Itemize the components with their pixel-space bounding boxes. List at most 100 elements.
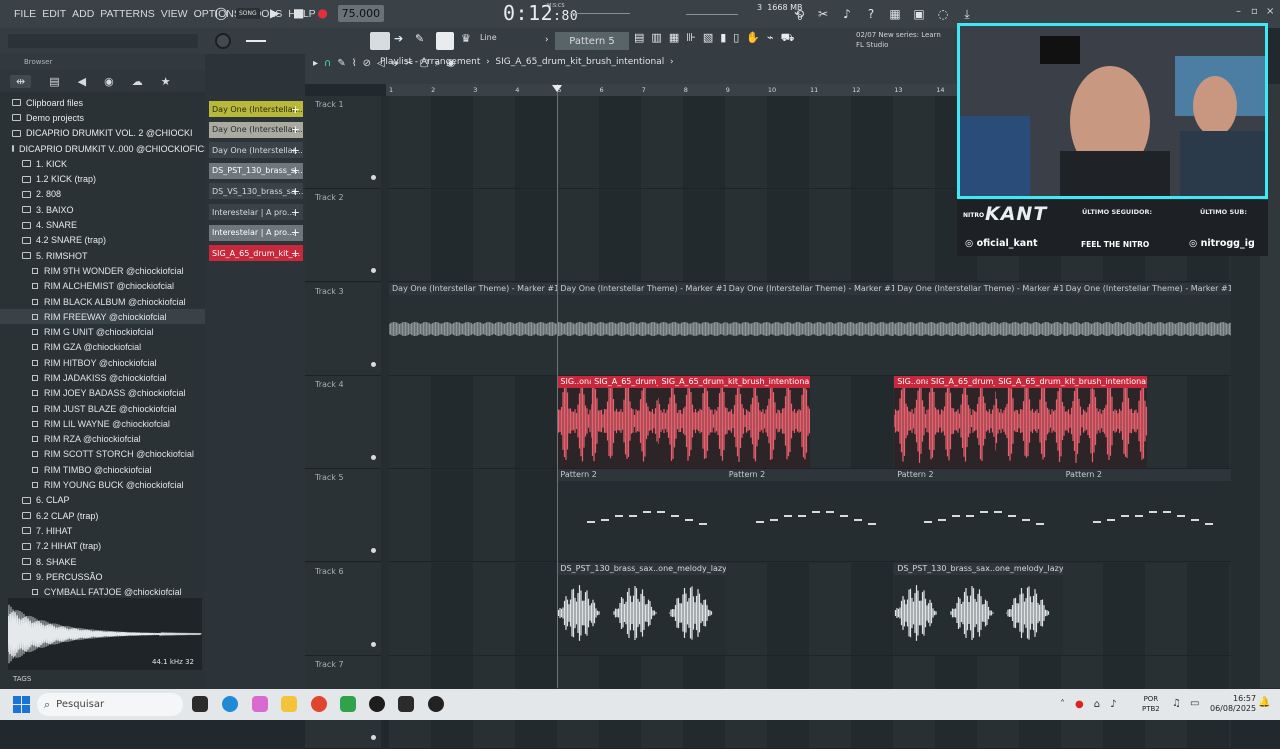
arrow-icon[interactable]: ➔ (394, 32, 410, 50)
channel-rack-icon[interactable]: ▦ (669, 31, 679, 46)
minimize-icon[interactable]: – (1236, 6, 1241, 17)
browser-folder[interactable]: 3. BAIXO (0, 202, 205, 217)
track-enable-icon[interactable] (371, 361, 376, 367)
playlist-clip[interactable]: Day One (Interstellar Theme) - Marker #1… (557, 282, 726, 375)
playlist-window-icon[interactable]: ▤ (634, 31, 644, 46)
playlist-clip[interactable]: Day One (Interstellar Theme) - Marker #1… (389, 282, 558, 375)
mixer-window-icon[interactable]: ▥ (651, 31, 661, 46)
taskbar-clock[interactable]: 16:57 06/08/2025 (1210, 694, 1256, 714)
pat-song-toggle-icon[interactable]: ◯ (212, 4, 230, 22)
track-enable-icon[interactable] (371, 548, 376, 554)
track-enable-icon[interactable] (371, 175, 376, 180)
prev-pattern-icon[interactable]: › (545, 35, 549, 45)
browser-sample[interactable]: RIM ALCHEMIST @chiockiofcial (0, 279, 205, 294)
playlist-clip[interactable]: Day One (Interstellar Theme) - Marker #1… (1062, 282, 1231, 375)
browser-folder[interactable]: 7.2 HIHAT (trap) (0, 539, 205, 554)
chrome-icon[interactable] (311, 696, 327, 712)
browser-folder[interactable]: 6.2 CLAP (trap) (0, 508, 205, 523)
playlist-clip[interactable]: SIG_A_65_drum_kit_brush_intentional (995, 375, 1147, 469)
link-icon[interactable] (436, 32, 454, 50)
tempo-display[interactable]: 75.000 (337, 4, 385, 22)
tab-audio-icon[interactable]: ◀ (78, 75, 86, 88)
menu-item-file[interactable]: FILE (14, 8, 36, 20)
tab-plugins-icon[interactable]: ◉ (104, 75, 114, 88)
clip-plus-icon[interactable]: + (291, 226, 300, 239)
browser-folder[interactable]: 1. KICK (0, 156, 205, 171)
song-position-display[interactable]: 0:12:80 (503, 1, 578, 25)
keyboard-icon[interactable]: ▦ (886, 5, 904, 23)
chevron-up-icon[interactable]: ˄ (1060, 699, 1065, 710)
cart-icon[interactable]: ⛟ (781, 31, 795, 46)
maximize-icon[interactable]: ▫ (1251, 6, 1258, 17)
browser-folder[interactable]: 6. CLAP (0, 493, 205, 508)
playlist-clip[interactable]: Pattern 2 (725, 469, 895, 562)
plugin-icon[interactable]: ▮ (720, 31, 726, 46)
clip-plus-icon[interactable]: + (291, 247, 300, 260)
clip-source-item[interactable]: Day One (Interstellar... + (209, 101, 303, 117)
track-enable-icon[interactable] (371, 734, 376, 740)
browser-folder[interactable]: 5. RIMSHOT (0, 248, 205, 263)
browser-sample[interactable]: RIM RZA @chiockiofcial (0, 432, 205, 447)
playlist-clip[interactable]: Day One (Interstellar Theme) - Marker #1… (894, 282, 1063, 375)
track-header[interactable]: Track 2 (305, 189, 381, 283)
fl-studio-taskbar-icon[interactable] (398, 696, 414, 712)
clip-source-item[interactable]: Day One (Interstellar... + (209, 142, 303, 159)
browser-folder[interactable]: Demo projects (0, 110, 205, 125)
browser-folder[interactable]: 8. SHAKE (0, 554, 205, 569)
browser-sample[interactable]: RIM YOUNG BUCK @chiockiofcial (0, 477, 205, 492)
stop-icon[interactable]: ■ (290, 4, 308, 22)
master-volume-slider[interactable] (570, 13, 630, 14)
notification-icon[interactable]: 🔔 (1258, 697, 1270, 708)
snap-selector[interactable]: Line (480, 33, 497, 42)
battery-icon[interactable]: ▭ (1190, 698, 1199, 709)
record-icon[interactable]: ● (314, 4, 332, 22)
network-icon[interactable]: ⌂ (1094, 699, 1100, 710)
browser-folder[interactable]: 1.2 KICK (trap) (0, 171, 205, 186)
playlist-clip[interactable]: SIG_A_65_drum_k..rush_intentional (927, 375, 996, 469)
clip-plus-icon[interactable]: + (291, 206, 300, 219)
browser-folder[interactable]: 2. 808 (0, 187, 205, 202)
windows-start-icon[interactable] (13, 696, 30, 713)
draw-icon[interactable]: ✎ (337, 58, 345, 69)
pencil-icon[interactable]: ✎ (415, 32, 431, 50)
browser-sample[interactable]: RIM GZA @chiockiofcial (0, 340, 205, 355)
clip-plus-icon[interactable]: + (291, 164, 300, 177)
playlist-clip[interactable]: SIG..onal (894, 375, 928, 469)
browser-folder[interactable]: 4. SNARE (0, 217, 205, 232)
piano-roll-icon[interactable] (370, 32, 390, 50)
playlist-clip[interactable]: Day One (Interstellar Theme) - Marker #1… (725, 282, 895, 375)
browser-folder[interactable]: 9. PERCUSSÃO (0, 569, 205, 584)
playhead-marker-icon[interactable] (552, 85, 562, 92)
playlist-clip[interactable]: Pattern 2 (1062, 469, 1231, 562)
clip-plus-icon[interactable]: + (291, 185, 300, 198)
menu-item-view[interactable]: VIEW (161, 8, 188, 20)
track-header[interactable]: Track 3 (305, 282, 381, 376)
menu-item-add[interactable]: ADD (72, 8, 94, 20)
patcher-icon[interactable]: ▯ (733, 31, 739, 46)
help-icon[interactable]: ? (862, 5, 880, 23)
track-header[interactable]: Track 4 (305, 375, 381, 469)
undo-icon[interactable]: ⟲ (790, 5, 808, 23)
mic-icon[interactable]: ♪ (838, 5, 856, 23)
track-lane[interactable] (389, 562, 1231, 656)
browser-folder[interactable]: 7. HIHAT (0, 523, 205, 538)
volume-icon[interactable]: ♫ (1172, 698, 1181, 709)
clip-source-item[interactable]: Day One (Interstellar... + (209, 121, 303, 138)
playhead[interactable] (557, 84, 558, 688)
track-enable-icon[interactable] (371, 454, 376, 460)
clip-source-item[interactable]: DS_PST_130_brass_s... + (209, 162, 303, 179)
browser-sample[interactable]: RIM JADAKISS @chiockiofcial (0, 370, 205, 385)
clip-plus-icon[interactable]: + (291, 103, 300, 116)
explorer-icon[interactable] (281, 696, 297, 712)
browser-folder[interactable]: Clipboard files (0, 95, 205, 110)
mixer-icon[interactable]: ⊪ (686, 31, 696, 46)
taskbar-search[interactable]: ⌕ Pesquisar (37, 693, 183, 716)
playlist-clip[interactable]: Pattern 2 (557, 469, 726, 562)
browser-sample[interactable]: RIM SCOTT STORCH @chiockiofcial (0, 447, 205, 462)
browser-folder[interactable]: DICAPRIO DRUMKIT V..000 @CHIOCKIOFICIAL (0, 141, 205, 156)
song-mode-label[interactable]: SONG (236, 7, 260, 19)
obs-icon[interactable] (428, 696, 444, 712)
browser-sample[interactable]: RIM G UNIT @chiockiofcial (0, 324, 205, 339)
track-header[interactable]: Track 5 (305, 469, 381, 563)
tab-favorites-icon[interactable]: ★ (161, 75, 171, 88)
